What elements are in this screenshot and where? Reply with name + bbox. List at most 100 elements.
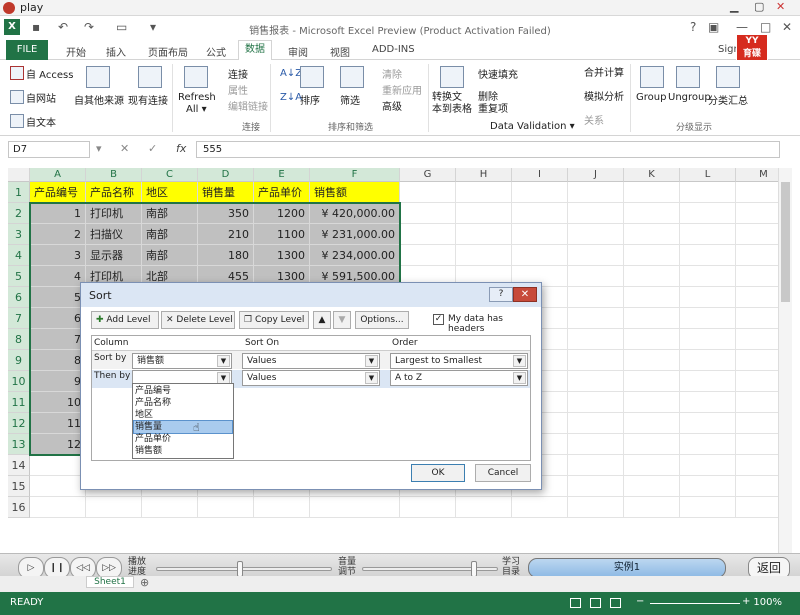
normal-view-icon[interactable]: [570, 598, 581, 608]
add-sheet-icon[interactable]: ⊕: [140, 576, 149, 589]
table-header-cell[interactable]: 产品单价: [254, 182, 310, 203]
table-header-cell[interactable]: 产品名称: [86, 182, 142, 203]
table-header-cell[interactable]: 销售额: [310, 182, 400, 203]
dropdown-option[interactable]: 产品单价: [134, 433, 232, 445]
refresh-all-dropdown[interactable]: All ▾: [186, 104, 207, 115]
what-if-analysis-button[interactable]: 模拟分析: [584, 88, 624, 103]
cancel-button[interactable]: Cancel: [475, 464, 531, 482]
tab-add-ins[interactable]: ADD-INS: [372, 44, 415, 55]
zoom-slider[interactable]: [650, 603, 740, 604]
column-header-m[interactable]: M: [736, 168, 778, 182]
tab-file[interactable]: FILE: [6, 40, 48, 60]
row-header[interactable]: 12: [8, 413, 30, 434]
column-header-j[interactable]: J: [568, 168, 624, 182]
dropdown-option-highlighted[interactable]: 销售量: [133, 420, 233, 434]
scrollbar-thumb[interactable]: [781, 182, 790, 302]
progress-slider-thumb[interactable]: [237, 561, 244, 577]
sort-z-to-a-button[interactable]: Z↓A: [280, 92, 302, 103]
from-other-sources-button[interactable]: 自其他来源: [74, 92, 124, 107]
headers-checkbox[interactable]: ✓: [433, 314, 444, 325]
volume-slider[interactable]: [362, 567, 498, 571]
sort-a-to-z-button[interactable]: A↓Z: [280, 68, 302, 79]
column-header-e[interactable]: E: [254, 168, 310, 182]
sort-by-sort-on-select[interactable]: Values ▼: [242, 353, 380, 369]
page-break-view-icon[interactable]: [610, 598, 621, 608]
tab-formulas[interactable]: 公式: [206, 44, 226, 59]
row-header[interactable]: 16: [8, 497, 30, 518]
name-box-dropdown-icon[interactable]: ▾: [96, 142, 102, 155]
chevron-down-icon[interactable]: ▼: [513, 355, 526, 367]
clear-filter-button[interactable]: 清除: [382, 66, 402, 81]
from-web-button[interactable]: 自网站: [26, 90, 56, 105]
zoom-in-icon[interactable]: +: [742, 596, 750, 607]
chevron-down-icon[interactable]: ▼: [365, 372, 378, 384]
tab-page-layout[interactable]: 页面布局: [148, 44, 188, 59]
dialog-help-button[interactable]: ?: [489, 287, 513, 302]
sort-by-order-select[interactable]: Largest to Smallest ▼: [390, 353, 528, 369]
subtotal-button[interactable]: 分类汇总: [708, 92, 748, 107]
flash-fill-button[interactable]: 快速填充: [478, 66, 518, 81]
sort-button[interactable]: 排序: [300, 92, 320, 107]
row-header[interactable]: 4: [8, 245, 30, 266]
consolidate-button[interactable]: 合并计算: [584, 64, 624, 79]
progress-slider[interactable]: [156, 567, 332, 571]
enter-icon[interactable]: ✓: [148, 142, 157, 155]
insert-function-icon[interactable]: fx: [176, 142, 186, 155]
tab-home[interactable]: 开始: [66, 44, 86, 59]
data-validation-button[interactable]: Data Validation ▾: [490, 121, 575, 132]
from-text-button[interactable]: 自文本: [26, 114, 56, 129]
options-button[interactable]: Options...: [355, 311, 409, 329]
vertical-scrollbar[interactable]: [778, 168, 792, 554]
edit-links-button[interactable]: 编辑链接: [228, 98, 268, 113]
row-header[interactable]: 6: [8, 287, 30, 308]
then-by-order-select[interactable]: A to Z ▼: [390, 370, 528, 386]
close-icon[interactable]: ✕: [776, 0, 785, 13]
column-header-a[interactable]: A: [30, 168, 86, 182]
column-header-f[interactable]: F: [310, 168, 400, 182]
table-header-cell[interactable]: 产品编号: [30, 182, 86, 203]
tab-view[interactable]: 视图: [330, 44, 350, 59]
restore-button[interactable]: ▢: [754, 0, 764, 13]
chevron-down-icon[interactable]: ▼: [365, 355, 378, 367]
dialog-close-button[interactable]: ✕: [513, 287, 537, 302]
relationships-button[interactable]: 关系: [584, 112, 604, 127]
ribbon-display-icon[interactable]: ▣: [708, 20, 719, 34]
delete-level-button[interactable]: ✕ Delete Level: [161, 311, 235, 329]
add-level-button[interactable]: ✚ Add Level: [91, 311, 159, 329]
remove-duplicates-button[interactable]: 删除 重复项: [478, 92, 508, 116]
refresh-all-button[interactable]: Refresh: [178, 92, 216, 103]
column-header-i[interactable]: I: [512, 168, 568, 182]
dropdown-option[interactable]: 地区: [134, 409, 232, 421]
row-header[interactable]: 11: [8, 392, 30, 413]
column-header-d[interactable]: D: [198, 168, 254, 182]
row-header[interactable]: 10: [8, 371, 30, 392]
column-header-h[interactable]: H: [456, 168, 512, 182]
page-layout-view-icon[interactable]: [590, 598, 601, 608]
window-close-button[interactable]: ✕: [782, 20, 792, 34]
column-header-l[interactable]: L: [680, 168, 736, 182]
group-button[interactable]: Group: [636, 92, 666, 103]
dropdown-option[interactable]: 销售额: [134, 445, 232, 457]
column-header-g[interactable]: G: [400, 168, 456, 182]
row-header[interactable]: 9: [8, 350, 30, 371]
window-restore-button[interactable]: □: [760, 20, 771, 34]
ok-button[interactable]: OK: [411, 464, 465, 482]
row-header[interactable]: 2: [8, 203, 30, 224]
filter-button[interactable]: 筛选: [340, 92, 360, 107]
move-down-button[interactable]: ▼: [333, 311, 351, 329]
chevron-down-icon[interactable]: ▼: [513, 372, 526, 384]
minimize-button[interactable]: ▁: [730, 0, 738, 13]
select-all-corner[interactable]: [8, 168, 30, 182]
example-selector[interactable]: 实例1: [528, 558, 726, 578]
tab-review[interactable]: 审阅: [288, 44, 308, 59]
move-up-button[interactable]: ▲: [313, 311, 331, 329]
window-minimize-button[interactable]: —: [736, 20, 748, 34]
column-header-c[interactable]: C: [142, 168, 198, 182]
row-header[interactable]: 14: [8, 455, 30, 476]
row-header[interactable]: 5: [8, 266, 30, 287]
sheet-tab[interactable]: Sheet1: [86, 576, 134, 588]
row-header[interactable]: 15: [8, 476, 30, 497]
column-dropdown-list[interactable]: 产品编号 产品名称 地区 销售量 产品单价 销售额: [132, 383, 234, 459]
name-box[interactable]: D7: [8, 141, 90, 158]
then-by-sort-on-select[interactable]: Values ▼: [242, 370, 380, 386]
